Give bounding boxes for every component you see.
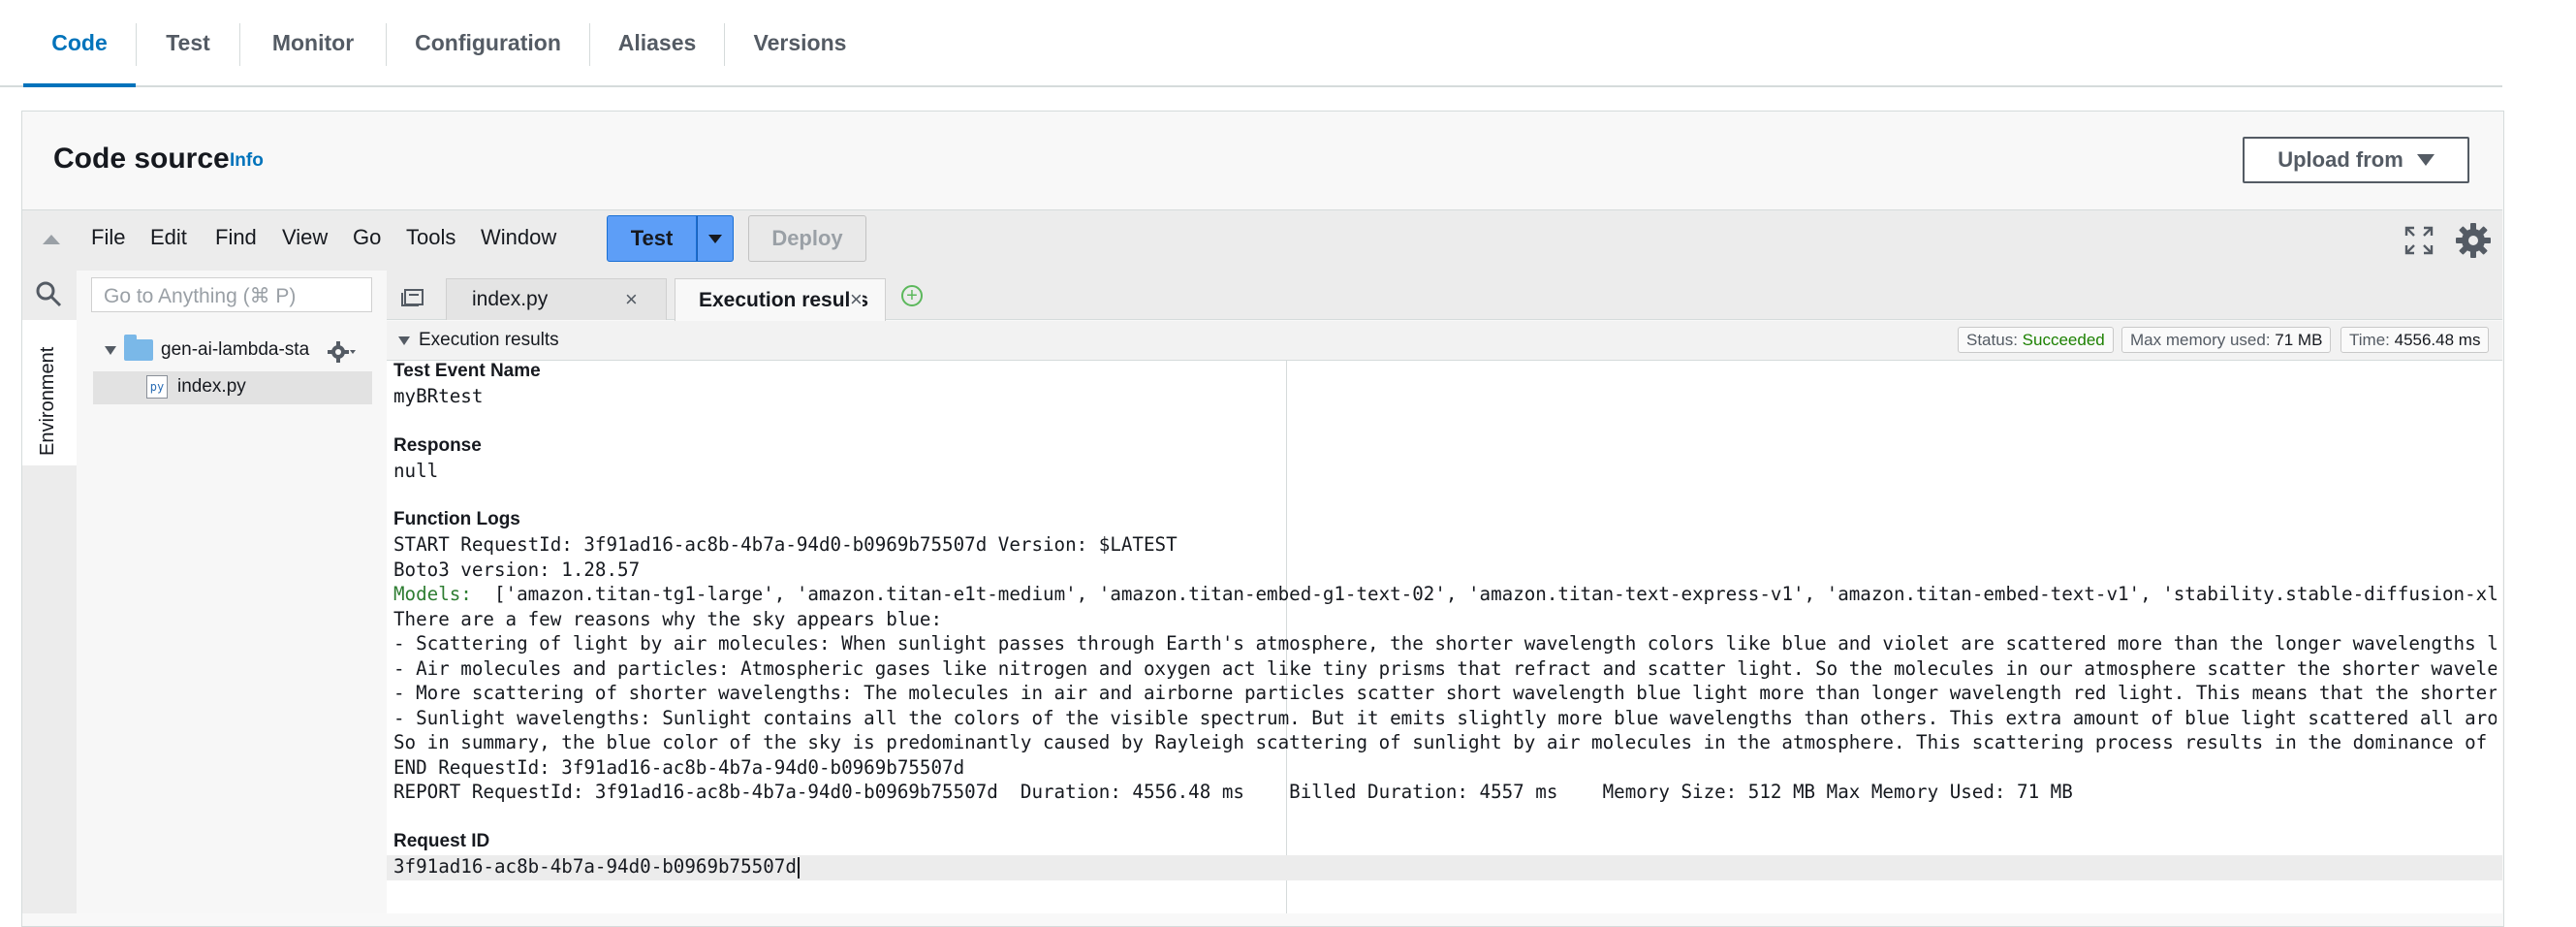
collapse-menu-icon[interactable] xyxy=(43,235,60,244)
collapse-arrow-icon xyxy=(398,336,410,345)
status-label: Status: xyxy=(1966,331,2018,349)
test-event-name-label: Test Event Name xyxy=(393,361,541,381)
chevron-down-icon xyxy=(2416,154,2435,166)
test-event-name-value: myBRtest xyxy=(393,385,484,407)
response-label: Response xyxy=(393,435,482,456)
code-source-title: Code source xyxy=(53,143,230,175)
python-file-icon: py xyxy=(146,375,168,399)
log-line: Boto3 version: 1.28.57 xyxy=(393,559,641,581)
tabs-list-icon[interactable] xyxy=(401,289,424,311)
log-line: - More scattering of shorter wavelengths… xyxy=(393,682,2497,704)
tab-versions[interactable]: Versions xyxy=(725,0,875,85)
request-id-label: Request ID xyxy=(393,831,490,851)
info-link[interactable]: Info xyxy=(230,150,264,172)
tab-test[interactable]: Test xyxy=(137,0,239,85)
log-models-key: Models: xyxy=(393,583,472,605)
log-line: - Air molecules and particles: Atmospher… xyxy=(393,657,2497,680)
close-icon[interactable]: × xyxy=(850,287,863,312)
log-line: START RequestId: 3f91ad16-ac8b-4b7a-94d0… xyxy=(393,533,1178,556)
log-models-value: ['amazon.titan-tg1-large', 'amazon.titan… xyxy=(471,583,2497,605)
tab-aliases[interactable]: Aliases xyxy=(590,0,724,85)
log-line: - Scattering of light by air molecules: … xyxy=(393,632,2497,655)
text-caret xyxy=(797,856,800,879)
environment-label: Environment xyxy=(37,346,58,456)
request-id-value: 3f91ad16-ac8b-4b7a-94d0-b0969b75507d xyxy=(393,855,797,878)
upload-from-button[interactable]: Upload from xyxy=(2243,137,2469,183)
time-value: 4556.48 ms xyxy=(2394,331,2481,349)
folder-icon xyxy=(124,335,153,361)
tree-file[interactable]: py index.py xyxy=(146,375,246,399)
menu-edit[interactable]: Edit xyxy=(150,225,187,250)
request-id-line[interactable]: 3f91ad16-ac8b-4b7a-94d0-b0969b75507d xyxy=(393,855,800,879)
tab-configuration[interactable]: Configuration xyxy=(387,0,589,85)
log-line: END RequestId: 3f91ad16-ac8b-4b7a-94d0-b… xyxy=(393,756,965,779)
menu-find[interactable]: Find xyxy=(215,225,257,250)
menu-view[interactable]: View xyxy=(282,225,328,250)
status-value: Succeeded xyxy=(2022,331,2105,349)
memory-label: Max memory used: xyxy=(2130,331,2271,349)
tab-code[interactable]: Code xyxy=(23,0,136,87)
add-tab-icon[interactable]: + xyxy=(901,285,923,306)
file-name: index.py xyxy=(177,376,246,397)
time-label: Time: xyxy=(2349,331,2390,349)
search-icon[interactable] xyxy=(34,279,63,313)
response-value: null xyxy=(393,460,439,482)
folder-settings-icon[interactable] xyxy=(328,340,357,368)
go-to-anything-input[interactable]: Go to Anything (⌘ P) xyxy=(91,277,372,312)
close-icon[interactable]: × xyxy=(625,287,638,312)
function-logs-label: Function Logs xyxy=(393,509,520,529)
time-badge: Time: 4556.48 ms xyxy=(2340,327,2490,353)
execution-results-title: Execution results xyxy=(419,330,559,350)
menu-window[interactable]: Window xyxy=(481,225,556,250)
upload-from-label: Upload from xyxy=(2278,147,2403,172)
log-line: - Sunlight wavelengths: Sunlight contain… xyxy=(393,707,2497,729)
menu-tools[interactable]: Tools xyxy=(406,225,456,250)
memory-value: 71 MB xyxy=(2275,331,2323,349)
log-line: There are a few reasons why the sky appe… xyxy=(393,608,943,630)
chevron-down-icon xyxy=(708,234,722,243)
execution-results-toggle[interactable]: Execution results xyxy=(398,330,559,351)
expand-arrow-icon[interactable] xyxy=(105,345,116,355)
test-dropdown-button[interactable] xyxy=(697,215,734,262)
menu-go[interactable]: Go xyxy=(353,225,381,250)
folder-name: gen-ai-lambda-stack xyxy=(161,339,310,360)
gear-icon[interactable] xyxy=(2454,221,2493,265)
ide-menu-bar xyxy=(22,209,2502,271)
log-line: REPORT RequestId: 3f91ad16-ac8b-4b7a-94d… xyxy=(393,781,2073,803)
deploy-button[interactable]: Deploy xyxy=(748,215,866,262)
log-line: So in summary, the blue color of the sky… xyxy=(393,731,2497,753)
fullscreen-icon[interactable] xyxy=(2403,225,2435,261)
log-line-models: Models: ['amazon.titan-tg1-large', 'amaz… xyxy=(393,583,2497,605)
status-badge: Status: Succeeded xyxy=(1958,327,2114,353)
memory-badge: Max memory used: 71 MB xyxy=(2121,327,2332,353)
tab-monitor[interactable]: Monitor xyxy=(240,0,386,85)
menu-file[interactable]: File xyxy=(91,225,125,250)
tree-root-folder[interactable]: gen-ai-lambda-stack xyxy=(105,335,310,361)
test-button[interactable]: Test xyxy=(607,215,697,262)
function-tab-bar: Code Test Monitor Configuration Aliases … xyxy=(0,0,2502,87)
